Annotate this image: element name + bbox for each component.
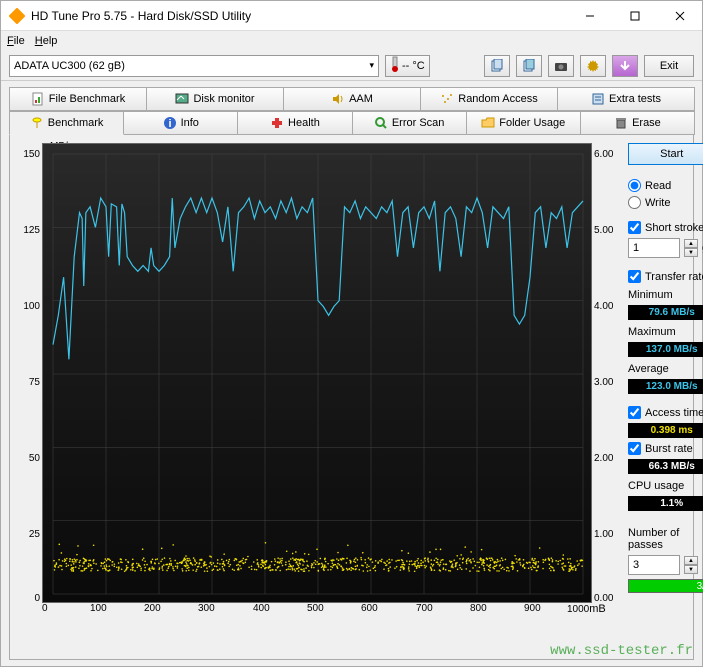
passes-spinner[interactable]: ▲▼ — [684, 556, 698, 574]
tab-row-top: File Benchmark Disk monitor AAM Random A… — [9, 87, 694, 111]
average-value: 123.0 MB/s — [628, 379, 703, 394]
tab-aam[interactable]: AAM — [283, 87, 421, 111]
random-access-icon — [440, 92, 454, 106]
save-button[interactable] — [612, 55, 638, 77]
exit-button[interactable]: Exit — [644, 55, 694, 77]
passes-input[interactable] — [628, 555, 680, 575]
tab-error-scan[interactable]: Error Scan — [352, 111, 467, 135]
thermometer-icon — [390, 56, 400, 75]
app-window: HD Tune Pro 5.75 - Hard Disk/SSD Utility… — [0, 0, 703, 667]
maximum-label: Maximum — [628, 326, 703, 338]
svg-text:i: i — [168, 118, 171, 130]
tab-info[interactable]: iInfo — [123, 111, 238, 135]
extra-tests-icon — [591, 92, 605, 106]
access-time-checkbox[interactable]: Access time — [628, 406, 703, 419]
chart-area: MB/s ms 150 125 100 75 50 25 0 — [18, 143, 620, 651]
drive-selected-label: ADATA UC300 (62 gB) — [14, 60, 125, 72]
folder-icon — [481, 116, 495, 130]
temperature-display: -- °C — [385, 55, 430, 77]
menu-help[interactable]: Help — [35, 35, 58, 47]
short-stroke-spinner[interactable]: ▲▼ — [684, 239, 698, 257]
aam-icon — [331, 92, 345, 106]
transfer-rate-checkbox[interactable]: Transfer rate — [628, 270, 703, 283]
copy-info-button[interactable] — [484, 55, 510, 77]
watermark: www.ssd-tester.fr — [550, 643, 693, 659]
tab-health[interactable]: Health — [237, 111, 352, 135]
close-button[interactable] — [657, 1, 702, 30]
tab-area: File Benchmark Disk monitor AAM Random A… — [1, 81, 702, 666]
disk-monitor-icon — [175, 92, 189, 106]
cpu-usage-label: CPU usage — [628, 480, 703, 492]
app-icon — [9, 8, 25, 24]
tab-file-benchmark[interactable]: File Benchmark — [9, 87, 147, 111]
benchmark-icon — [30, 116, 44, 130]
maximum-value: 137.0 MB/s — [628, 342, 703, 357]
screenshot-button[interactable] — [548, 55, 574, 77]
benchmark-chart — [42, 143, 592, 603]
tab-disk-monitor[interactable]: Disk monitor — [146, 87, 284, 111]
options-button[interactable] — [580, 55, 606, 77]
menubar: File Help — [1, 31, 702, 51]
menu-file[interactable]: File — [7, 35, 25, 47]
burst-rate-checkbox[interactable]: Burst rate — [628, 442, 703, 455]
y-axis-right-ticks: 6.00 5.00 4.00 3.00 2.00 1.00 0.00 — [592, 143, 620, 603]
drive-select[interactable]: ADATA UC300 (62 gB) ▾ — [9, 55, 379, 77]
write-radio[interactable]: Write — [628, 196, 703, 209]
cpu-usage-value: 1.1% — [628, 496, 703, 511]
x-axis-ticks: 0 100 200 300 400 500 600 700 800 900 10… — [42, 603, 616, 617]
info-icon: i — [163, 116, 177, 130]
tab-row-bottom: Benchmark iInfo Health Error Scan Folder… — [9, 111, 694, 135]
minimum-label: Minimum — [628, 289, 703, 301]
passes-progress: 3/3 — [628, 579, 703, 593]
dropdown-arrow-icon: ▾ — [369, 60, 374, 71]
access-time-value: 0.398 ms — [628, 423, 703, 438]
titlebar: HD Tune Pro 5.75 - Hard Disk/SSD Utility — [1, 1, 702, 31]
file-benchmark-icon — [31, 92, 45, 106]
short-stroke-input[interactable] — [628, 238, 680, 258]
erase-icon — [614, 116, 628, 130]
passes-label: Number of passes — [628, 527, 703, 551]
burst-rate-value: 66.3 MB/s — [628, 459, 703, 474]
side-panel: Start Read Write Short stroke ▲▼ gB Tran… — [628, 143, 703, 651]
window-title: HD Tune Pro 5.75 - Hard Disk/SSD Utility — [31, 9, 567, 23]
toolbar: ADATA UC300 (62 gB) ▾ -- °C Exit — [1, 51, 702, 81]
health-icon — [270, 116, 284, 130]
temperature-value: -- °C — [402, 60, 425, 72]
error-scan-icon — [374, 116, 388, 130]
maximize-button[interactable] — [612, 1, 657, 30]
short-stroke-checkbox[interactable]: Short stroke — [628, 221, 703, 234]
tab-erase[interactable]: Erase — [580, 111, 695, 135]
read-radio[interactable]: Read — [628, 179, 703, 192]
tab-folder-usage[interactable]: Folder Usage — [466, 111, 581, 135]
start-button[interactable]: Start — [628, 143, 703, 165]
average-label: Average — [628, 363, 703, 375]
y-axis-left-ticks: 150 125 100 75 50 25 0 — [18, 143, 42, 603]
tab-extra-tests[interactable]: Extra tests — [557, 87, 695, 111]
copy-screenshot-button[interactable] — [516, 55, 542, 77]
tab-benchmark[interactable]: Benchmark — [9, 111, 124, 135]
minimum-value: 79.6 MB/s — [628, 305, 703, 320]
tab-content: MB/s ms 150 125 100 75 50 25 0 — [9, 135, 694, 660]
minimize-button[interactable] — [567, 1, 612, 30]
tab-random-access[interactable]: Random Access — [420, 87, 558, 111]
